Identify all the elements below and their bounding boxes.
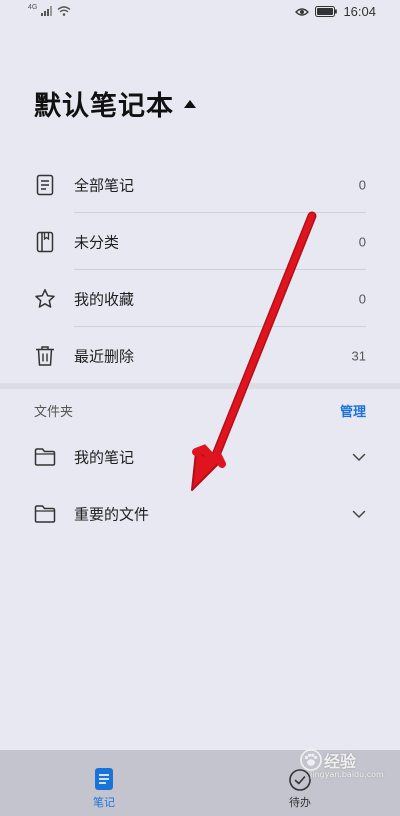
status-bar: 4G 16:04	[0, 0, 400, 26]
chevron-down-icon[interactable]	[352, 507, 366, 521]
section-separator	[0, 383, 400, 389]
network-type: 4G	[28, 3, 38, 11]
watermark-url: jingyan.baidu.com	[310, 770, 384, 779]
status-right: 16:04	[295, 4, 376, 19]
notebook-title: 默认笔记本	[34, 91, 174, 122]
star-icon	[35, 288, 55, 308]
folder-icon	[34, 447, 56, 466]
nav-label-todo: 待办	[289, 796, 311, 809]
folder-item-important-files[interactable]: 重要的文件	[0, 485, 400, 542]
folder-icon	[34, 504, 56, 523]
notebook-icon	[36, 231, 54, 252]
caret-up-icon	[184, 99, 196, 108]
folder-label: 我的笔记	[74, 448, 135, 466]
bottom-navigation: 笔记 待办 经验 jingyan.baidu.com	[0, 748, 400, 816]
notebook-selector[interactable]: 默认笔记本	[34, 84, 196, 123]
list-item-count: 0	[358, 234, 366, 249]
watermark: 经验 jingyan.baidu.com	[300, 748, 384, 779]
list-item-count: 0	[358, 291, 366, 306]
document-icon	[36, 174, 54, 195]
folder-section-header: 文件夹 管理	[34, 401, 366, 421]
watermark-text: 经验	[324, 752, 357, 771]
folder-list: 我的笔记 重要的文件	[0, 428, 400, 542]
eye-icon	[295, 7, 310, 16]
list-item-favorites[interactable]: 我的收藏 0	[0, 270, 400, 327]
list-item-all-notes[interactable]: 全部笔记 0	[0, 156, 400, 213]
list-item-count: 31	[351, 348, 366, 363]
category-list: 全部笔记 0 未分类 0 我的收藏 0 最近删除 31	[0, 156, 400, 384]
list-item-count: 0	[358, 177, 366, 192]
chevron-down-icon[interactable]	[352, 450, 366, 464]
list-item-label: 全部笔记	[74, 176, 135, 194]
notes-icon	[95, 768, 113, 790]
list-item-label: 我的收藏	[74, 290, 135, 308]
list-item-uncategorized[interactable]: 未分类 0	[0, 213, 400, 270]
status-left: 4G	[28, 3, 71, 16]
nav-tab-notes[interactable]: 笔记	[80, 768, 128, 812]
signal-icon	[41, 6, 53, 16]
clock-time: 16:04	[343, 4, 376, 19]
wifi-icon	[57, 6, 71, 16]
manage-button[interactable]: 管理	[340, 401, 366, 420]
folder-item-my-notes[interactable]: 我的笔记	[0, 428, 400, 485]
list-item-label: 未分类	[74, 233, 120, 251]
battery-icon	[315, 6, 338, 17]
trash-icon	[36, 345, 54, 366]
folder-label: 重要的文件	[74, 505, 150, 523]
paw-logo-icon	[300, 749, 322, 771]
folder-section-title: 文件夹	[34, 405, 74, 420]
list-item-label: 最近删除	[74, 347, 135, 365]
list-item-recently-deleted[interactable]: 最近删除 31	[0, 327, 400, 384]
nav-label-notes: 笔记	[93, 796, 115, 809]
notes-screen: 4G 16:04 默认笔记本 全部笔记 0 未分类 0 我的收藏 0 最近删除 …	[0, 0, 400, 816]
